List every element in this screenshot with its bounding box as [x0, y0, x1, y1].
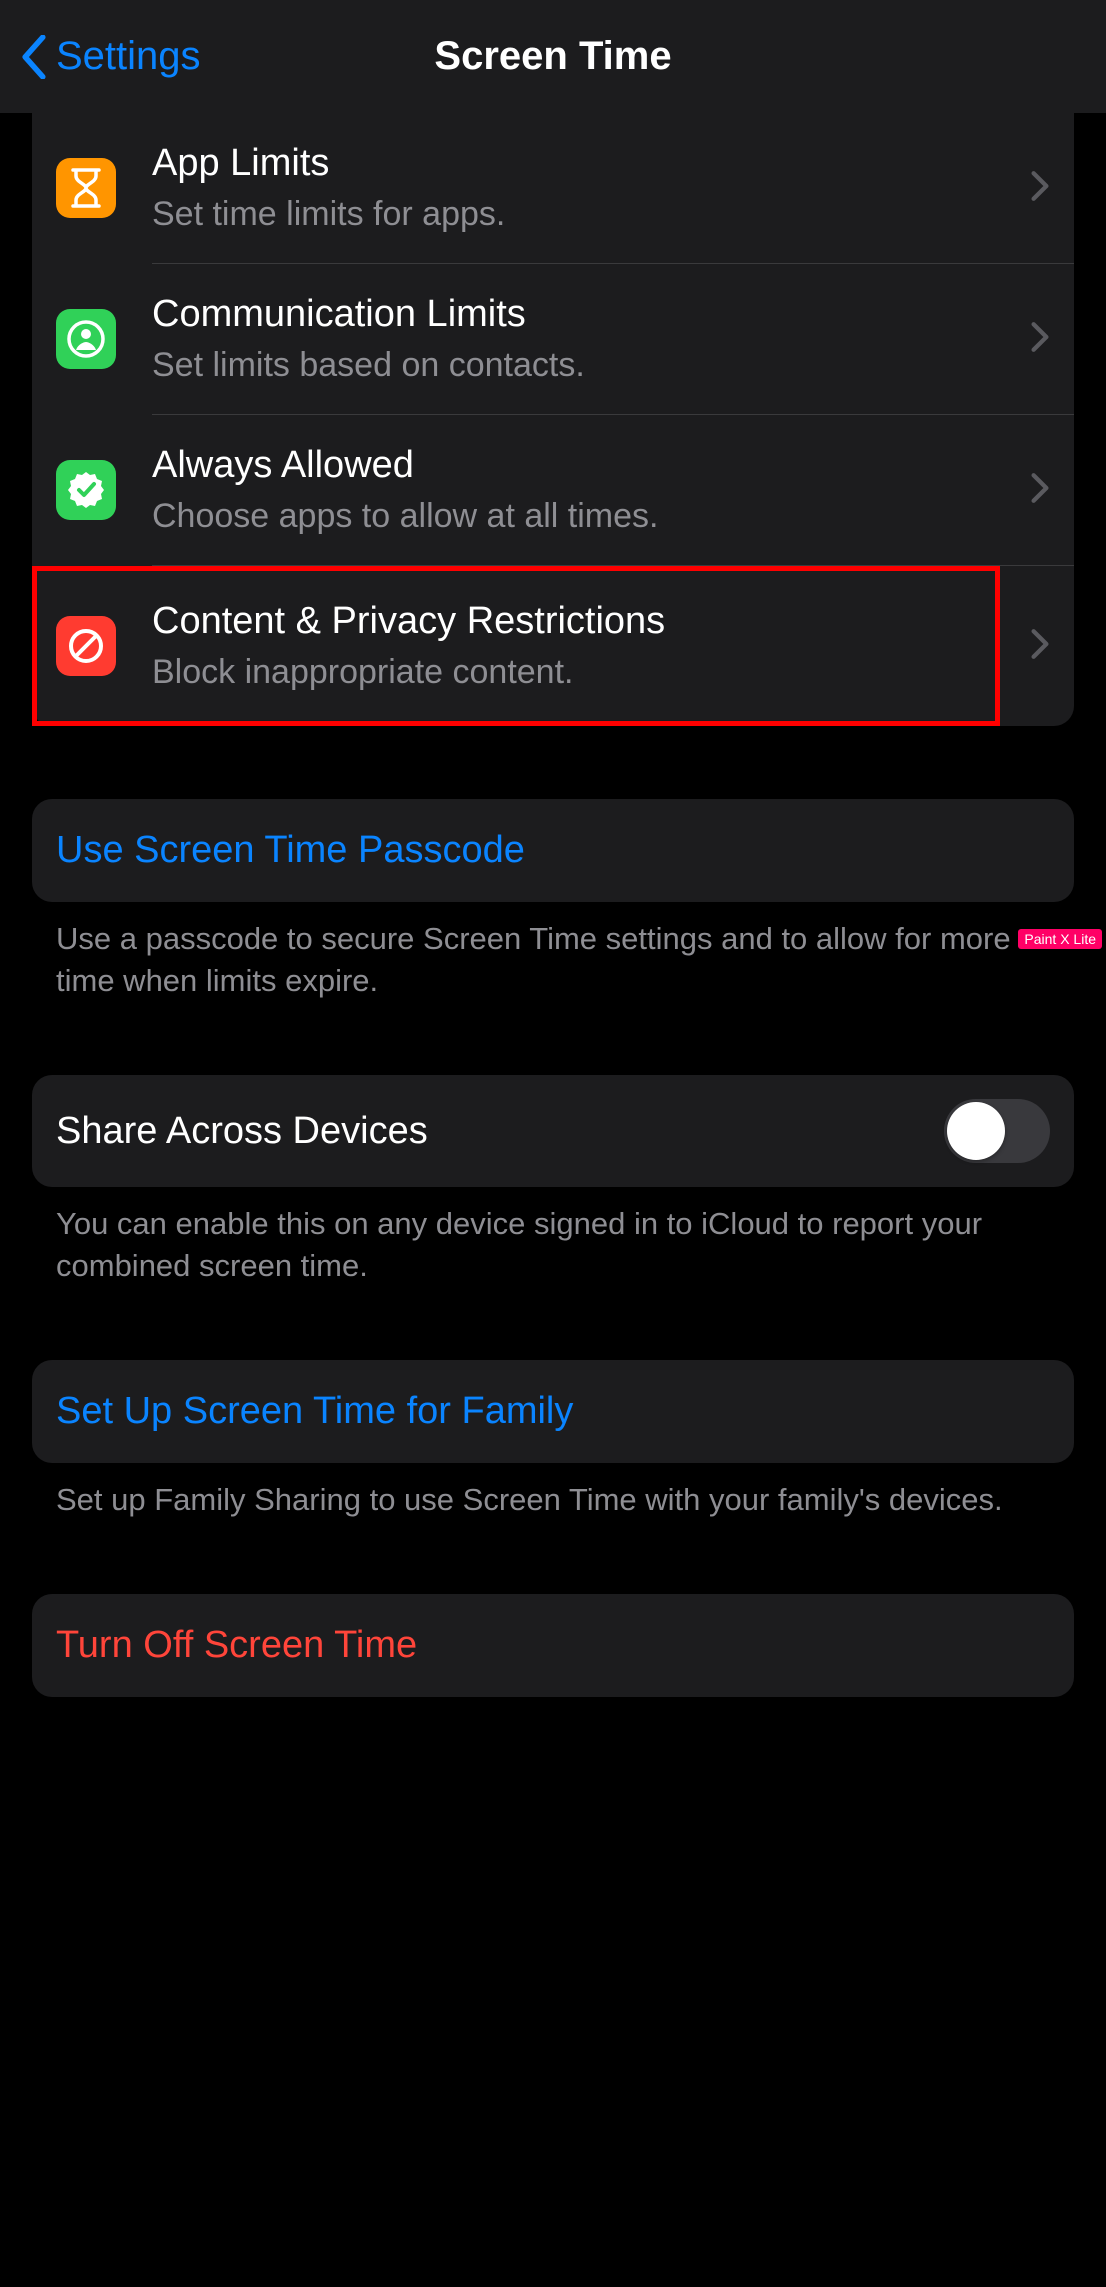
link-label: Set Up Screen Time for Family	[56, 1390, 573, 1432]
watermark-badge: Paint X Lite	[1018, 929, 1102, 949]
back-button[interactable]: Settings	[20, 34, 201, 79]
navigation-bar: Settings Screen Time	[0, 0, 1106, 113]
nosign-icon	[56, 616, 116, 676]
setup-family-button[interactable]: Set Up Screen Time for Family	[32, 1360, 1074, 1463]
chevron-back-icon	[20, 35, 48, 79]
back-label: Settings	[56, 34, 201, 79]
toggle-label: Share Across Devices	[56, 1110, 428, 1153]
link-label: Use Screen Time Passcode	[56, 829, 525, 871]
chevron-right-icon	[1012, 628, 1074, 665]
passcode-footer: Use a passcode to secure Screen Time set…	[32, 902, 1074, 1002]
row-subtitle: Block inappropriate content.	[152, 651, 995, 694]
row-title: Always Allowed	[152, 443, 1018, 489]
toggle-knob	[947, 1102, 1005, 1160]
row-subtitle: Set time limits for apps.	[152, 193, 1018, 236]
row-always-allowed[interactable]: Always Allowed Choose apps to allow at a…	[32, 415, 1074, 565]
chevron-right-icon	[1030, 321, 1050, 358]
person-circle-icon	[56, 309, 116, 369]
turn-off-button[interactable]: Turn Off Screen Time	[32, 1594, 1074, 1697]
row-app-limits[interactable]: App Limits Set time limits for apps.	[32, 113, 1074, 263]
chevron-right-icon	[1030, 170, 1050, 207]
use-passcode-button[interactable]: Use Screen Time Passcode	[32, 799, 1074, 902]
page-title: Screen Time	[434, 34, 671, 79]
row-share-across-devices: Share Across Devices	[32, 1075, 1074, 1187]
hourglass-icon	[56, 158, 116, 218]
link-label: Turn Off Screen Time	[56, 1624, 417, 1666]
row-title: Communication Limits	[152, 292, 1018, 338]
settings-group-limits: App Limits Set time limits for apps. Com…	[32, 113, 1074, 726]
highlight-annotation: Content & Privacy Restrictions Block ina…	[32, 566, 1000, 726]
row-communication-limits[interactable]: Communication Limits Set limits based on…	[32, 264, 1074, 414]
row-subtitle: Choose apps to allow at all times.	[152, 495, 1018, 538]
row-subtitle: Set limits based on contacts.	[152, 344, 1018, 387]
row-title: Content & Privacy Restrictions	[152, 599, 995, 645]
share-footer: You can enable this on any device signed…	[32, 1187, 1074, 1287]
share-toggle[interactable]	[944, 1099, 1050, 1163]
family-footer: Set up Family Sharing to use Screen Time…	[32, 1463, 1074, 1521]
checkmark-seal-icon	[56, 460, 116, 520]
row-title: App Limits	[152, 141, 1018, 187]
row-content-privacy[interactable]: Content & Privacy Restrictions Block ina…	[37, 571, 995, 721]
chevron-right-icon	[1030, 472, 1050, 509]
